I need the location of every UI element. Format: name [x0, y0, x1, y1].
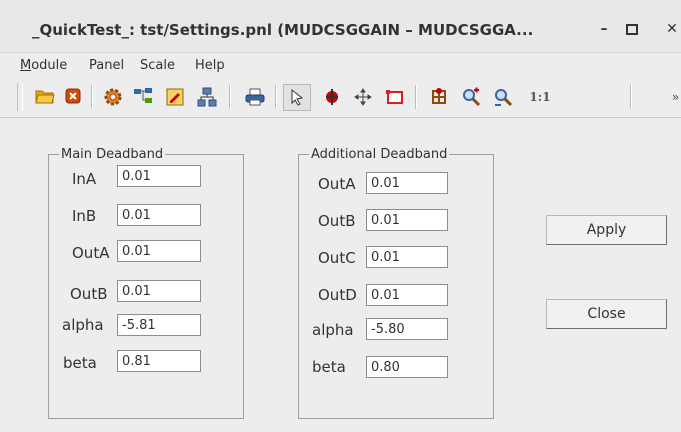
zoom-1-1-icon[interactable]: 1:1 — [525, 85, 555, 109]
settings-button[interactable] — [101, 85, 125, 109]
additional-deadband-legend: Additional Deadband — [311, 147, 448, 162]
main-ina-label: InA — [72, 170, 97, 188]
close-button[interactable]: Close — [546, 299, 667, 329]
add-outc-input[interactable] — [366, 246, 448, 268]
print-icon — [245, 88, 265, 106]
menubar: Module Panel Scale Help — [0, 53, 681, 77]
main-outa-label: OutA — [72, 244, 110, 262]
main-inb-input[interactable] — [117, 204, 201, 226]
main-beta-label: beta — [63, 354, 97, 372]
move-icon — [354, 88, 372, 106]
maximize-button[interactable] — [620, 17, 644, 41]
pointer-icon — [291, 88, 304, 106]
zoom-out-icon — [495, 89, 513, 107]
toolbar: 1:1 » — [0, 77, 681, 118]
menu-module-accel: M — [20, 58, 32, 73]
pointer-tool-button[interactable] — [283, 84, 311, 111]
toolbar-separator — [229, 85, 231, 109]
close-window-button[interactable]: ✕ — [660, 17, 681, 41]
select-object-button[interactable] — [320, 85, 344, 109]
toolbar-separator — [630, 85, 632, 109]
toolbar-separator — [275, 85, 277, 109]
main-deadband-legend: Main Deadband — [61, 147, 164, 162]
menu-module-rest: odule — [31, 58, 68, 73]
main-outb-label: OutB — [70, 285, 108, 303]
toolbar-grip[interactable] — [17, 83, 23, 111]
zoom-in-icon — [463, 87, 481, 107]
add-outc-label: OutC — [318, 249, 356, 267]
stop-icon — [65, 88, 81, 104]
zoom-in-button[interactable] — [459, 85, 483, 109]
main-alpha-input[interactable] — [117, 314, 201, 336]
add-beta-label: beta — [312, 358, 346, 376]
main-beta-input[interactable] — [117, 350, 201, 372]
add-outb-input[interactable] — [366, 209, 448, 231]
main-outb-input[interactable] — [117, 280, 201, 302]
panel-edit-icon — [166, 88, 184, 106]
zoom-out-button[interactable] — [491, 85, 515, 109]
main-ina-input[interactable] — [117, 165, 201, 187]
apply-button[interactable]: Apply — [546, 215, 667, 245]
grid-button[interactable] — [427, 85, 451, 109]
add-outa-input[interactable] — [366, 172, 448, 194]
main-outa-input[interactable] — [117, 240, 201, 262]
main-alpha-label: alpha — [62, 316, 104, 334]
toolbar-separator — [91, 85, 93, 109]
minimize-button[interactable]: – — [592, 17, 616, 41]
menu-scale[interactable]: Scale — [140, 58, 175, 73]
menu-module[interactable]: Module — [20, 58, 67, 73]
maximize-icon — [626, 24, 638, 35]
add-alpha-input[interactable] — [366, 318, 448, 340]
menu-panel[interactable]: Panel — [89, 58, 124, 73]
toolbar-overflow-button[interactable]: » — [670, 85, 681, 109]
main-inb-label: InB — [72, 207, 97, 225]
toolbar-separator — [415, 85, 417, 109]
select-object-icon — [326, 89, 338, 105]
add-beta-input[interactable] — [366, 356, 448, 378]
open-folder-button[interactable] — [33, 85, 57, 109]
network-icon — [197, 87, 217, 107]
move-tool-button[interactable] — [351, 85, 375, 109]
stop-button[interactable] — [61, 85, 85, 109]
add-alpha-label: alpha — [312, 321, 354, 339]
network-button[interactable] — [195, 85, 219, 109]
print-button[interactable] — [243, 85, 267, 109]
add-outa-label: OutA — [318, 175, 356, 193]
settings-gear-icon — [104, 88, 122, 106]
grid-icon — [432, 88, 446, 104]
window-title: _QuickTest_: tst/Settings.pnl (MUDCSGGAI… — [32, 21, 534, 39]
add-outd-label: OutD — [318, 286, 357, 304]
add-outb-label: OutB — [318, 212, 356, 230]
rectangle-icon — [386, 90, 403, 104]
hierarchy-icon — [134, 88, 152, 103]
add-outd-input[interactable] — [366, 284, 448, 306]
menu-help[interactable]: Help — [195, 58, 225, 73]
hierarchy-button[interactable] — [131, 85, 155, 109]
panel-edit-button[interactable] — [163, 85, 187, 109]
window-titlebar[interactable]: _QuickTest_: tst/Settings.pnl (MUDCSGGAI… — [0, 0, 681, 53]
rectangle-tool-button[interactable] — [383, 85, 407, 109]
open-folder-icon — [35, 90, 55, 104]
